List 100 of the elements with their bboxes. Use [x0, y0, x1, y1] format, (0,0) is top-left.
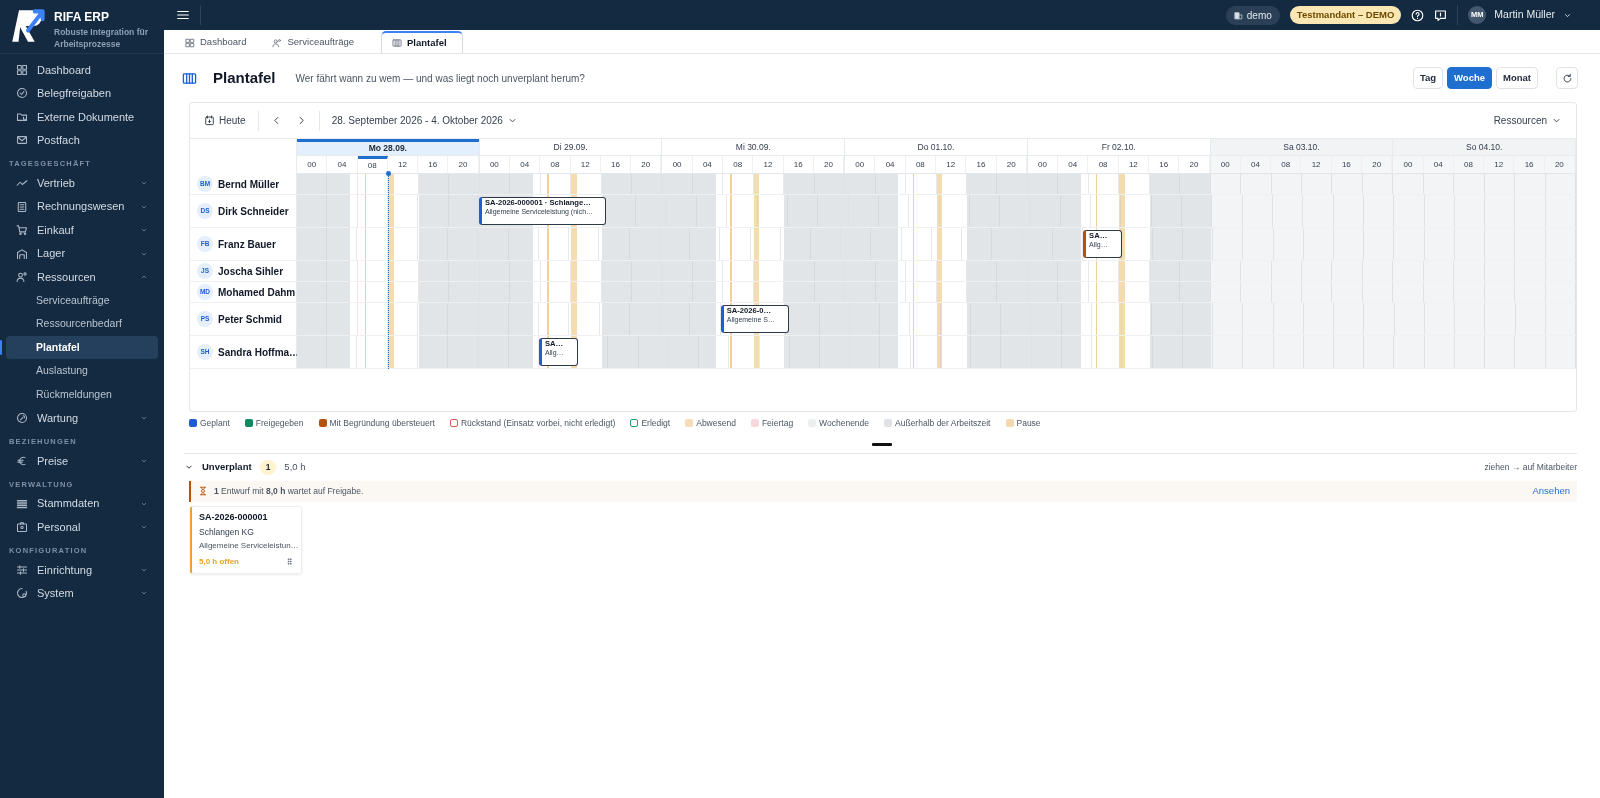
- sliders-icon: [16, 563, 28, 576]
- sidebar-item[interactable]: Preise: [6, 449, 158, 473]
- feedback-button[interactable]: [1434, 8, 1448, 22]
- hour-label: 16: [966, 156, 997, 173]
- tab[interactable]: Dashboard: [174, 31, 258, 53]
- hour-label: 20: [1179, 156, 1210, 173]
- refresh-icon: [1561, 72, 1573, 84]
- sidebar-subitem[interactable]: Rückmeldungen: [6, 382, 158, 407]
- sidebar-item[interactable]: Postfach: [6, 128, 158, 152]
- grid-icon: [185, 37, 195, 48]
- tab[interactable]: Serviceaufträge: [261, 31, 366, 53]
- hour-label: 08: [1271, 156, 1302, 173]
- ledger-icon: [16, 200, 28, 213]
- hour-label: 00: [662, 156, 693, 173]
- hour-label: 00: [1210, 156, 1241, 173]
- sidebar-item[interactable]: Lager: [6, 241, 158, 266]
- hour-label: 12: [936, 156, 967, 173]
- resize-handle[interactable]: [872, 442, 892, 446]
- hour-label: 08: [1453, 156, 1485, 173]
- hour-label: 04: [1240, 156, 1272, 173]
- hour-label: 20: [1362, 156, 1393, 173]
- day-header: Mo 28.09.: [297, 139, 479, 156]
- view-toggle[interactable]: Monat: [1496, 66, 1538, 90]
- today-button[interactable]: Heute: [202, 113, 248, 128]
- sidebar-item[interactable]: Ressourcen: [6, 265, 158, 289]
- refresh-button[interactable]: [1556, 67, 1578, 89]
- sidebar-item[interactable]: Externe Dokumente: [6, 105, 158, 129]
- order-card[interactable]: SA-2026-000001 Schlangen KG Allgemeine Serviceleistun… 5,0 h offen: [190, 505, 302, 574]
- help-button[interactable]: [1411, 8, 1425, 22]
- sidebar-item[interactable]: Einkauf: [6, 218, 158, 242]
- hour-label: 16: [1514, 156, 1545, 173]
- hour-label: 00: [1393, 156, 1424, 173]
- stack-icon: [16, 497, 28, 510]
- hour-label: 16: [783, 156, 814, 173]
- sidebar-item[interactable]: Dashboard: [6, 58, 158, 82]
- mail-icon: [16, 134, 28, 147]
- date-range-picker[interactable]: 28. September 2026 - 4. Oktober 2026: [329, 113, 520, 128]
- hour-label: 08: [1088, 156, 1119, 173]
- open-hours: 5,0 h offen: [199, 555, 239, 568]
- view-toggle[interactable]: Tag: [1412, 66, 1444, 90]
- customer-name: Schlangen KG: [199, 526, 255, 539]
- trend-line-icon: [16, 177, 28, 189]
- hour-label: 12: [753, 156, 784, 173]
- sidebar-item[interactable]: Stammdaten: [6, 491, 158, 516]
- day-header: Do 01.10.: [845, 139, 1027, 156]
- section-title: Unverplant: [202, 460, 252, 474]
- legend-label: Pause: [1016, 417, 1041, 430]
- people-icon: [16, 271, 28, 283]
- drag-grip-icon[interactable]: [285, 557, 294, 567]
- sidebar-item[interactable]: System: [6, 581, 158, 605]
- legend-label: Freigegeben: [255, 417, 304, 430]
- chevron-icon: [140, 414, 148, 422]
- notice-text: 1 Entwurf mit 8,0 h wartet auf Freigabe.: [214, 484, 364, 498]
- legend-label: Abwesend: [696, 417, 736, 430]
- resource-name: Joscha Sihler: [218, 264, 284, 279]
- menu-button[interactable]: [176, 8, 190, 22]
- sidebar-item[interactable]: Rechnungswesen: [6, 194, 158, 219]
- order-number: SA-2026-000001: [199, 510, 269, 524]
- columns-icon: [392, 38, 403, 48]
- view-toggle[interactable]: Woche: [1447, 66, 1493, 90]
- sidebar-subitem[interactable]: Serviceaufträge: [6, 288, 158, 313]
- hourglass-icon: [198, 486, 208, 496]
- tab[interactable]: Plantafel: [381, 31, 464, 53]
- hour-label: 08: [540, 156, 571, 173]
- hour-label: 12: [1118, 156, 1149, 173]
- legend-label: Geplant: [200, 417, 230, 430]
- hour-label: 20: [448, 156, 479, 173]
- hour-label: 04: [875, 156, 906, 173]
- hour-label: 16: [1331, 156, 1362, 173]
- euro-icon: [16, 454, 28, 467]
- sidebar-item[interactable]: Vertrieb: [6, 171, 158, 195]
- resource-name: Franz Bauer: [218, 237, 276, 252]
- sidebar-item[interactable]: Einrichtung: [6, 558, 158, 582]
- hour-label: 20: [1544, 156, 1575, 173]
- resource-name: Dirk Schneider: [218, 204, 289, 219]
- workspace-button[interactable]: demo: [1225, 5, 1280, 25]
- sidebar-item[interactable]: Belegfreigaben: [6, 81, 158, 105]
- resources-dropdown[interactable]: Ressourcen: [1491, 113, 1564, 128]
- folder-icon: [16, 110, 28, 123]
- logo-drawing: [10, 8, 46, 44]
- chevron-icon: [140, 226, 148, 234]
- sidebar-item[interactable]: Personal: [6, 515, 158, 539]
- sidebar-subitem[interactable]: Auslastung: [6, 359, 158, 383]
- hour-label: 16: [1149, 156, 1180, 173]
- day-header: Sa 03.10.: [1210, 139, 1393, 156]
- legend-label: Wochenende: [819, 417, 870, 430]
- legend-label: Mit Begründung übersteuert: [329, 417, 435, 430]
- sidebar-subitem[interactable]: Ressourcenbedarf: [6, 312, 158, 336]
- resource-name: Sandra Hoffma…: [218, 345, 300, 360]
- help-icon: [1411, 8, 1425, 22]
- warehouse-icon: [16, 247, 28, 260]
- sidebar-item[interactable]: Wartung: [6, 406, 158, 430]
- grid-icon: [16, 63, 28, 76]
- view-link[interactable]: Ansehen: [1532, 483, 1570, 499]
- hour-label: 20: [813, 156, 845, 173]
- day-header: So 04.10.: [1393, 139, 1576, 156]
- menu-icon: [176, 8, 190, 22]
- page-subtitle: Wer fährt wann zu wem — und was liegt noch unverplant herum?: [295, 71, 585, 86]
- hour-label: 00: [845, 156, 876, 173]
- chevron-icon: [140, 523, 148, 531]
